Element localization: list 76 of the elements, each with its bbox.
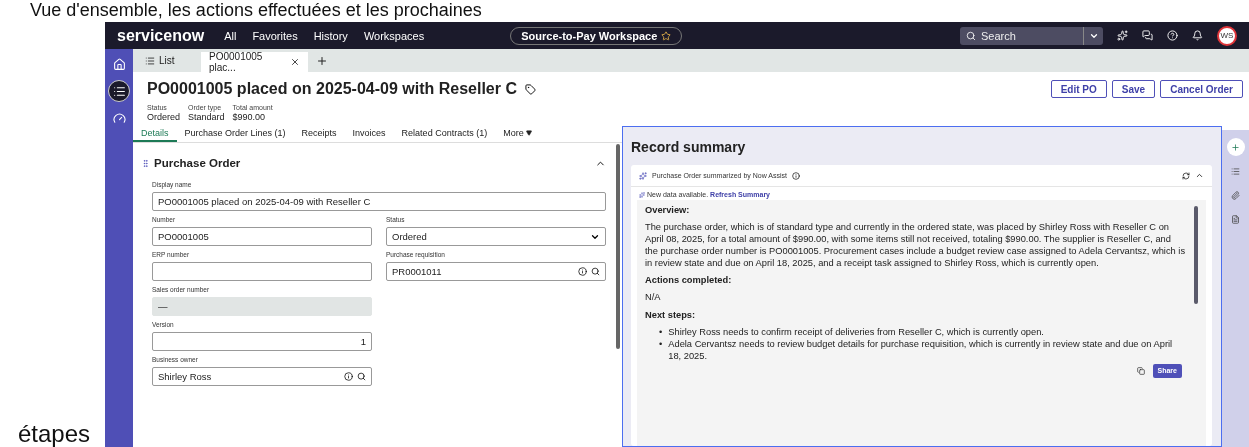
caption-text: étapes [18, 421, 91, 447]
action-button[interactable]: Save [1111, 80, 1156, 98]
summary-heading: Next steps: [645, 308, 697, 321]
record-title: PO0001005 placed on 2025-04-09 with Reseller C [147, 80, 517, 98]
bullet-marker: • [659, 337, 663, 351]
info-icon[interactable] [344, 372, 353, 381]
section-title: Purchase Order [154, 157, 242, 169]
input-field[interactable] [152, 262, 372, 281]
search-icon[interactable] [357, 372, 366, 381]
record-tab[interactable]: More [495, 126, 540, 142]
chat-icon[interactable] [1142, 30, 1153, 41]
summary-heading: Overview: [645, 204, 691, 217]
record-tab[interactable]: Invoices [344, 126, 394, 142]
input-field[interactable]: PO0001005 placed on 2025-04-09 with Reseller C [152, 192, 606, 211]
assist-tool-button[interactable] [1226, 138, 1245, 156]
input-field[interactable]: 1 [152, 332, 372, 351]
home-icon [112, 57, 126, 71]
list-icon [112, 84, 126, 98]
list-icon [1231, 166, 1240, 176]
attachment-icon [1231, 190, 1240, 200]
tag-icon[interactable] [524, 83, 536, 95]
summary-text: The purchase order, which is of standard type and currently in the ordered state, was placed by Shirley Ross with Reseller C on April 08, 2025, for a total amount of $990.00, with some items still not received, totaling $990.00. The supplier is Reseller C, and the purchase order number is PO0001005. Procurement cases include a budget review case assigned to Adela Cervantsz, which is in review state and due on April 18, 2025, and a receipt task assigned to Shirley Ross, which is currently open. [645, 221, 1186, 270]
input-field[interactable]: Shirley Ross [152, 367, 372, 386]
input-field[interactable]: — [152, 297, 372, 316]
nav-link[interactable]: All [224, 29, 237, 42]
select-field[interactable]: Ordered [386, 227, 606, 246]
help-icon[interactable] [1167, 30, 1178, 41]
page-tab[interactable]: List [137, 49, 201, 72]
action-button[interactable]: Cancel Order [1160, 80, 1243, 98]
meta-value: $990.00 [232, 112, 267, 122]
record-tab[interactable]: Receipts [293, 126, 345, 142]
collapse-icon[interactable] [1195, 171, 1204, 180]
summary-bullet: Adela Cervantsz needs to review budget details for purchase requisition, which is currently in review state and due on April 18, 2025. [668, 337, 1174, 362]
search-icon [966, 30, 976, 41]
bullet-marker: • [659, 325, 663, 338]
assist-icon [1231, 142, 1240, 152]
page-tab[interactable]: PO0001005 plac... [201, 52, 308, 72]
chart-icon [112, 111, 126, 125]
list-rail-button[interactable] [108, 80, 130, 102]
search-field[interactable]: Search [960, 26, 1103, 45]
info-icon[interactable] [578, 267, 587, 276]
nav-link[interactable]: Workspaces [363, 29, 425, 42]
record-tab[interactable]: Related Contracts (1) [393, 126, 496, 142]
sparkle-icon [639, 171, 647, 180]
bell-icon[interactable] [1192, 30, 1203, 41]
meta-value: Ordered [147, 112, 181, 122]
summary-heading: Actions completed: [645, 274, 733, 287]
caret-icon [525, 130, 532, 136]
input-field[interactable]: PO0001005 [152, 227, 372, 246]
drag-handle-icon[interactable] [141, 158, 150, 168]
nav-link[interactable]: History [313, 29, 348, 42]
refresh-icon[interactable] [1182, 171, 1190, 180]
add-tab-icon[interactable] [316, 54, 328, 67]
sparkle-icon [639, 191, 645, 198]
summary-bullet: Shirley Ross needs to confirm receipt of deliveries from Reseller C, which is currently open. [668, 325, 1044, 338]
nav-link[interactable]: Favorites [252, 29, 298, 42]
star-icon[interactable] [661, 30, 672, 41]
document-icon [1231, 214, 1240, 224]
copy-icon[interactable] [1136, 366, 1145, 375]
summary-text: N/A [645, 291, 662, 304]
sparkle-icon[interactable] [1117, 30, 1128, 41]
record-tab[interactable]: Details [133, 126, 177, 142]
meta-value: Standard [188, 112, 225, 122]
user-avatar[interactable]: WS [1217, 25, 1237, 46]
search-icon[interactable] [591, 267, 600, 276]
list-icon [145, 55, 155, 66]
input-field[interactable]: PR0001011 [386, 262, 606, 281]
scrollbar[interactable] [1194, 206, 1198, 304]
panel-title: Record summary [631, 139, 747, 155]
caption-text: Vue d'ensemble, les actions effectuées et les prochaines [30, 0, 482, 21]
logo[interactable]: servicenow [117, 26, 205, 45]
action-button[interactable]: Edit PO [1050, 80, 1107, 98]
scrollbar[interactable] [616, 144, 620, 349]
close-icon[interactable] [290, 57, 300, 67]
record-tab[interactable]: Purchase Order Lines (1) [176, 126, 294, 142]
info-icon[interactable] [792, 171, 800, 180]
